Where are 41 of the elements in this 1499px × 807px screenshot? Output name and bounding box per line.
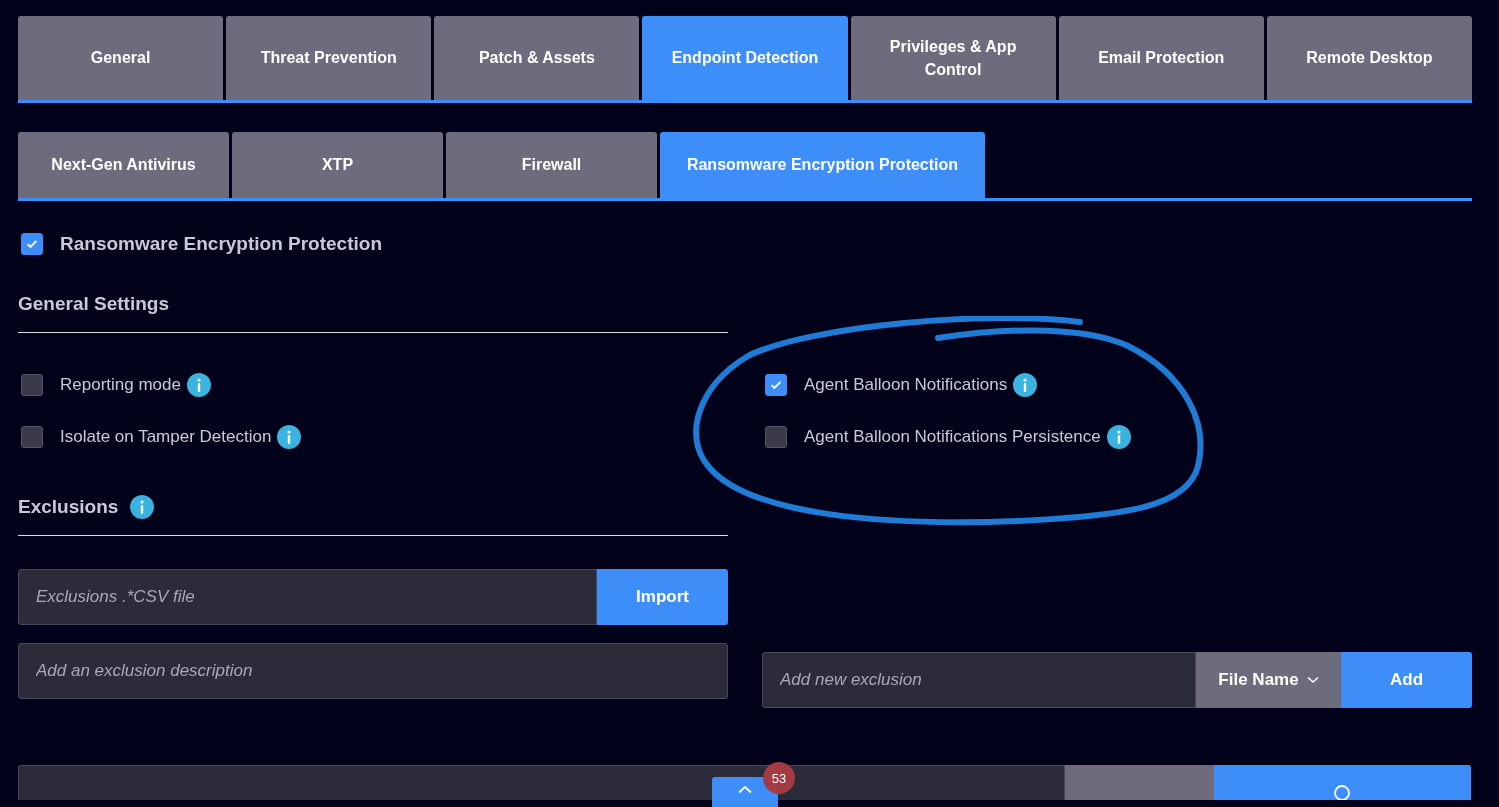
- tab[interactable]: Privileges & App Control: [850, 16, 1056, 100]
- chevron-down-icon: [1306, 676, 1319, 684]
- tab[interactable]: Patch & Assets: [434, 16, 640, 100]
- type-dropdown[interactable]: File Name: [1196, 652, 1341, 708]
- tab[interactable]: General: [18, 16, 224, 100]
- tab[interactable]: Threat Prevention: [226, 16, 432, 100]
- chevron-up-icon: [738, 785, 752, 794]
- checkbox-label: Isolate on Tamper Detection: [60, 427, 272, 447]
- info-icon: [277, 425, 302, 449]
- info-icon: [1106, 425, 1131, 449]
- info-icon: [1013, 373, 1038, 397]
- tab[interactable]: Remote Desktop: [1266, 16, 1472, 100]
- count-badge: 53: [763, 762, 795, 794]
- tab[interactable]: Endpoint Detection: [642, 16, 848, 100]
- info-icon: [186, 373, 211, 397]
- search-field[interactable]: [18, 765, 1065, 800]
- tab[interactable]: Next-Gen Antivirus: [18, 132, 229, 198]
- checkbox[interactable]: [21, 374, 43, 396]
- checkbox[interactable]: [765, 426, 787, 448]
- checkbox[interactable]: [765, 374, 787, 396]
- checkmark-icon: [26, 239, 38, 249]
- checkbox[interactable]: [21, 426, 43, 448]
- checkmark-icon: [770, 380, 782, 390]
- section-title: General Settings: [18, 293, 169, 315]
- checkbox[interactable]: [21, 233, 43, 255]
- search-icon: [1332, 782, 1353, 800]
- checkbox-label: Reporting mode: [60, 375, 181, 395]
- checkbox-label: Ransomware Encryption Protection: [60, 233, 382, 255]
- tab[interactable]: Email Protection: [1058, 16, 1264, 100]
- exclusion-field[interactable]: Add new exclusion: [762, 652, 1196, 708]
- checkbox-label: Agent Balloon Notifications Persistence: [804, 427, 1101, 447]
- file-field[interactable]: Exclusions .*CSV file: [18, 569, 597, 625]
- import-button[interactable]: Import: [597, 569, 728, 625]
- add-button[interactable]: Add: [1341, 652, 1472, 708]
- tab[interactable]: Ransomware Encryption Protection: [660, 132, 985, 198]
- description-field[interactable]: Add an exclusion description: [18, 643, 728, 699]
- checkbox-label: Agent Balloon Notifications: [804, 375, 1008, 395]
- tab[interactable]: Firewall: [446, 132, 657, 198]
- info-icon: [130, 495, 155, 519]
- section-title: Exclusions: [18, 496, 119, 518]
- tab[interactable]: XTP: [232, 132, 443, 198]
